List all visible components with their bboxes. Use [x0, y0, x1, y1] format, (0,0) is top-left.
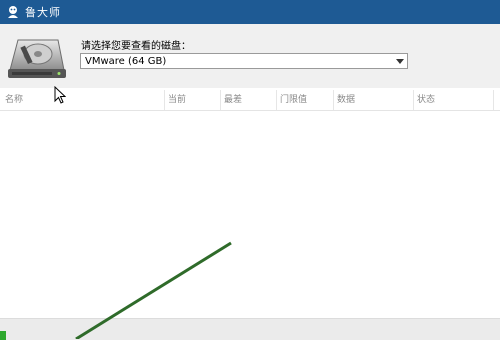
app-icon — [8, 6, 18, 18]
hard-disk-icon — [8, 39, 66, 78]
title-bar: 鲁大师 — [0, 0, 500, 24]
column-header-filler — [493, 90, 500, 110]
mouse-cursor-icon — [54, 86, 66, 104]
smart-attribute-list[interactable] — [0, 111, 500, 317]
column-header-status[interactable]: 状态 — [413, 90, 493, 110]
column-header-threshold[interactable]: 门限值 — [276, 90, 333, 110]
disk-prompt-label: 请选择您要查看的磁盘： — [81, 41, 191, 52]
chevron-down-icon[interactable] — [393, 54, 407, 68]
column-header-name[interactable]: 名称 — [0, 90, 164, 110]
column-header-current[interactable]: 当前 — [164, 90, 220, 110]
disk-dropdown-value: VMware (64 GB) — [85, 55, 167, 67]
disk-selection-panel: 请选择您要查看的磁盘： VMware (64 GB) — [0, 24, 500, 88]
disk-dropdown[interactable]: VMware (64 GB) — [80, 53, 408, 69]
column-header-worst[interactable]: 最差 — [220, 90, 276, 110]
table-header: 名称 当前 最差 门限值 数据 状态 — [0, 90, 500, 111]
status-bar — [0, 318, 500, 340]
window-title: 鲁大师 — [25, 6, 61, 19]
column-header-data[interactable]: 数据 — [333, 90, 413, 110]
